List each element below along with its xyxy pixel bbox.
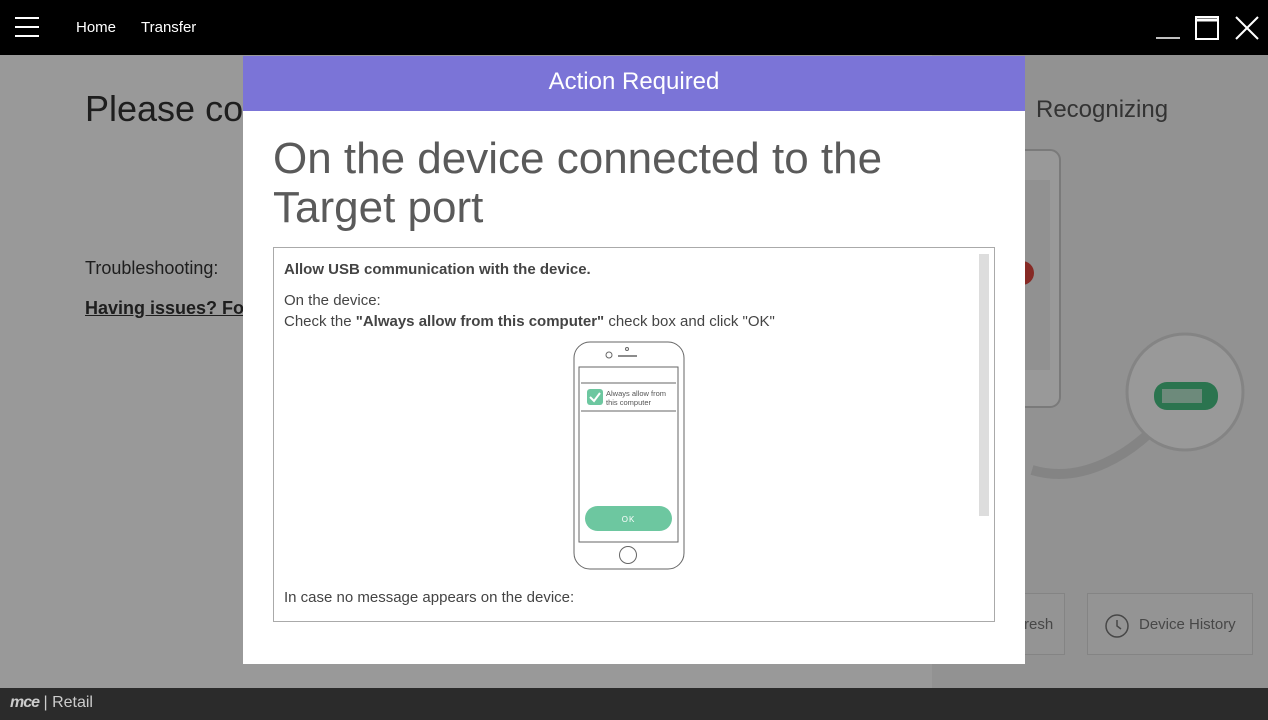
title-bar: Home Transfer <box>0 0 1268 55</box>
menu-icon[interactable] <box>15 17 39 37</box>
phone-checkbox-label-2: this computer <box>606 398 652 407</box>
footer-bar: mce | Retail <box>0 688 1268 720</box>
no-message-label: In case no message appears on the device… <box>284 589 575 606</box>
instructions-box[interactable]: Allow USB communication with the device.… <box>273 247 995 622</box>
action-required-dialog: Action Required On the device connected … <box>243 56 1025 664</box>
scrollbar[interactable] <box>979 254 989 516</box>
nav-transfer[interactable]: Transfer <box>141 19 196 36</box>
maximize-icon[interactable] <box>1194 15 1222 43</box>
check-instruction: Check the "Always allow from this comput… <box>284 313 775 330</box>
allow-usb-title: Allow USB communication with the device. <box>284 261 591 278</box>
minimize-icon[interactable] <box>1154 14 1182 42</box>
phone-ok-label: OK <box>622 515 636 524</box>
on-device-label: On the device: <box>284 292 381 309</box>
phone-checkbox-label-1: Always allow from <box>606 389 666 398</box>
close-icon[interactable] <box>1233 14 1261 42</box>
nav-home[interactable]: Home <box>76 19 116 36</box>
phone-illustration: Always allow from this computer OK <box>573 341 685 570</box>
dialog-heading: On the device connected to the Target po… <box>273 134 883 232</box>
dialog-header: Action Required <box>243 56 1025 111</box>
brand-logo: mce | Retail <box>10 694 93 711</box>
